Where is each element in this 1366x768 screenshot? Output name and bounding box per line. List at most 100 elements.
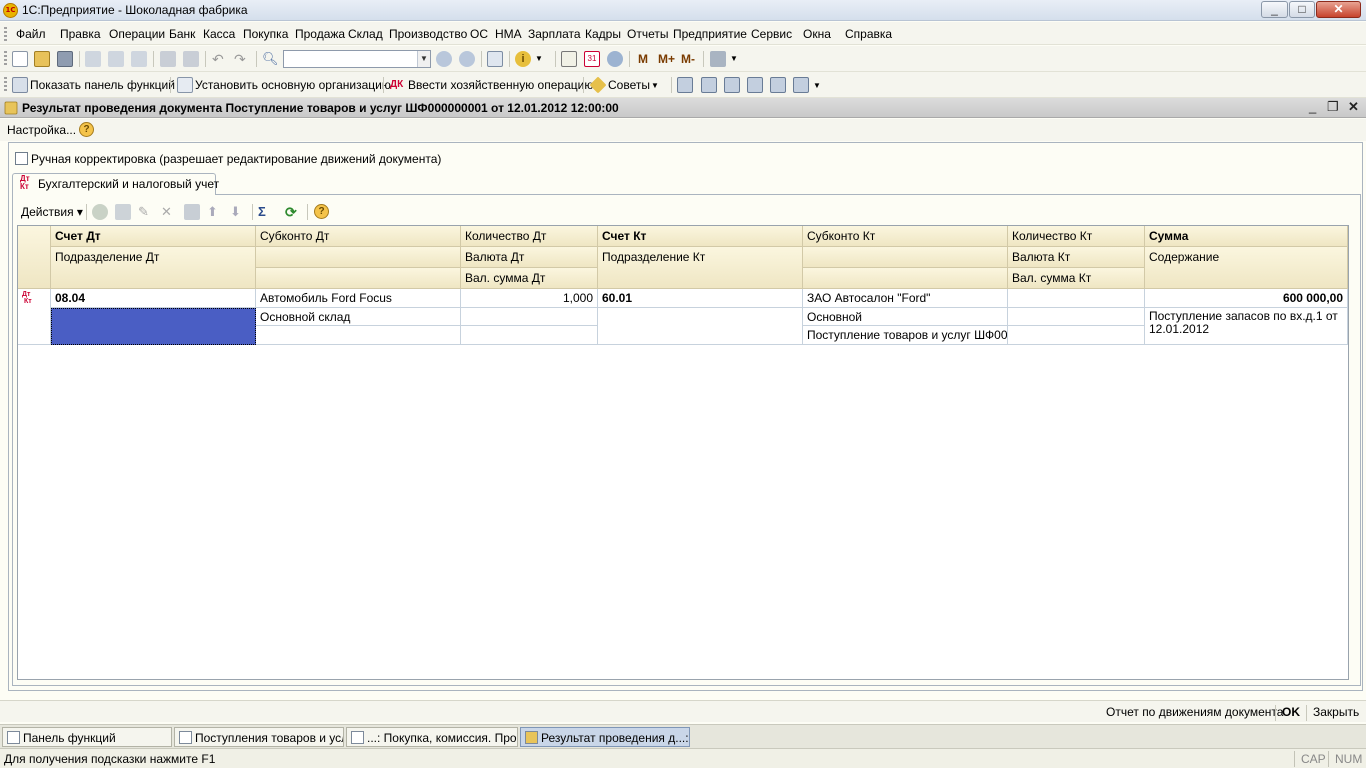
col-subconto-kt[interactable]: Субконто Кт xyxy=(803,226,1008,247)
delete-icon[interactable]: ✕ xyxy=(161,204,177,220)
menu-file[interactable]: Файл xyxy=(16,27,46,41)
add-icon[interactable] xyxy=(92,204,108,220)
entries-table[interactable]: Счет Дт Субконто Дт Количество Дт Счет К… xyxy=(17,225,1349,680)
cell-content[interactable]: Поступление запасов по вх.д.1 от 12.01.2… xyxy=(1145,308,1348,345)
move-up-icon[interactable]: ⬆ xyxy=(207,204,223,220)
copy-row-icon[interactable] xyxy=(115,204,131,220)
menu-edit[interactable]: Правка xyxy=(60,27,101,41)
find-previous-icon[interactable] xyxy=(459,51,475,67)
col-subconto-kt-3[interactable] xyxy=(803,268,1008,289)
toolbar-grip[interactable] xyxy=(4,27,7,43)
users-icon[interactable] xyxy=(607,51,623,67)
tips-button[interactable]: Советы xyxy=(608,78,650,92)
cell-subconto-kt-3[interactable]: Поступление товаров и услуг ШФ00... xyxy=(803,326,1008,345)
menu-salary[interactable]: Зарплата xyxy=(528,27,581,41)
find-next-icon[interactable] xyxy=(436,51,452,67)
col-subconto-dt-3[interactable] xyxy=(256,268,461,289)
close-window-button[interactable]: ✕ xyxy=(1316,1,1361,18)
doc-close-button[interactable]: ✕ xyxy=(1348,99,1359,115)
search-dropdown-button[interactable]: ▼ xyxy=(417,51,430,67)
show-functions-panel-button[interactable]: Показать панель функций xyxy=(30,78,175,92)
enter-business-operation-button[interactable]: Ввести хозяйственную операцию xyxy=(408,78,593,92)
task-goods-receipts[interactable]: Поступления товаров и услуг xyxy=(174,727,344,747)
col-department-dt[interactable]: Подразделение Дт xyxy=(51,247,256,289)
col-account-kt[interactable]: Счет Кт xyxy=(598,226,803,247)
info-icon[interactable]: i xyxy=(515,51,531,67)
task-posting-result[interactable]: Результат проведения д...:00 xyxy=(520,727,690,747)
minimize-button[interactable]: _ xyxy=(1261,1,1288,18)
menu-help[interactable]: Справка xyxy=(845,27,892,41)
menu-reports[interactable]: Отчеты xyxy=(627,27,668,41)
ok-button[interactable]: OK xyxy=(1282,705,1300,719)
print-preview-icon[interactable] xyxy=(183,51,199,67)
cell-subconto-dt-2[interactable]: Основной склад xyxy=(256,308,461,326)
col-subconto-kt-2[interactable] xyxy=(803,247,1008,268)
open-folder-icon[interactable] xyxy=(34,51,50,67)
menu-warehouse[interactable]: Склад xyxy=(348,27,383,41)
menu-operations[interactable]: Операции xyxy=(109,27,165,41)
tools-icon[interactable] xyxy=(710,51,726,67)
cell-account-kt[interactable]: 60.01 xyxy=(598,289,803,308)
cell-department-dt[interactable] xyxy=(51,308,256,345)
help-icon[interactable]: ? xyxy=(79,122,94,137)
windows-icon[interactable] xyxy=(487,51,503,67)
col-currency-amount-kt[interactable]: Вал. сумма Кт xyxy=(1008,268,1145,289)
edit-icon[interactable]: ✎ xyxy=(138,204,154,220)
cell-amount[interactable]: 600 000,00 xyxy=(1145,289,1348,308)
menu-hr[interactable]: Кадры xyxy=(585,27,621,41)
cell-subconto-dt-3[interactable] xyxy=(256,326,461,345)
col-quantity-dt[interactable]: Количество Дт xyxy=(461,226,598,247)
tools-dropdown-icon[interactable]: ▼ xyxy=(730,54,746,70)
cut-icon[interactable] xyxy=(85,51,101,67)
search-input[interactable]: ▼ xyxy=(283,50,431,68)
help-icon[interactable]: ? xyxy=(314,204,329,219)
menu-fixed-assets[interactable]: ОС xyxy=(470,27,488,41)
report-icon[interactable] xyxy=(770,77,786,93)
sum-icon[interactable]: Σ xyxy=(258,204,274,220)
col-amount[interactable]: Сумма xyxy=(1145,226,1348,247)
menu-windows[interactable]: Окна xyxy=(803,27,831,41)
menu-service[interactable]: Сервис xyxy=(751,27,792,41)
cell-currency-dt[interactable] xyxy=(461,308,598,326)
toolbar-grip[interactable] xyxy=(4,51,7,67)
col-currency-amount-dt[interactable]: Вал. сумма Дт xyxy=(461,268,598,289)
menu-production[interactable]: Производство xyxy=(389,27,467,41)
settings-report-icon[interactable] xyxy=(793,77,809,93)
new-document-icon[interactable] xyxy=(12,51,28,67)
cell-subconto-kt-1[interactable]: ЗАО Автосалон "Ford" xyxy=(803,289,1008,308)
movements-report-button[interactable]: Отчет по движениям документа xyxy=(1106,705,1283,719)
info-dropdown-icon[interactable]: ▼ xyxy=(535,54,551,70)
menu-sales[interactable]: Продажа xyxy=(295,27,345,41)
copy-icon[interactable] xyxy=(108,51,124,67)
cell-subconto-kt-2[interactable]: Основной xyxy=(803,308,1008,326)
cell-quantity-dt[interactable]: 1,000 xyxy=(461,289,598,308)
journal-2-icon[interactable] xyxy=(701,77,717,93)
col-quantity-kt[interactable]: Количество Кт xyxy=(1008,226,1145,247)
save-icon[interactable] xyxy=(57,51,73,67)
tips-dropdown-icon[interactable]: ▼ xyxy=(651,81,667,97)
set-main-organization-button[interactable]: Установить основную организацию xyxy=(195,78,391,92)
maximize-button[interactable]: □ xyxy=(1289,1,1315,18)
people-icon[interactable] xyxy=(724,77,740,93)
redo-icon[interactable]: ↷ xyxy=(234,51,250,67)
menu-enterprise[interactable]: Предприятие xyxy=(673,27,747,41)
more-dropdown-icon[interactable]: ▼ xyxy=(813,81,829,97)
cell-subconto-dt-1[interactable]: Автомобиль Ford Focus xyxy=(256,289,461,308)
menu-purchase[interactable]: Покупка xyxy=(243,27,288,41)
menu-intangibles[interactable]: НМА xyxy=(495,27,522,41)
menu-cash[interactable]: Касса xyxy=(203,27,235,41)
col-department-kt[interactable]: Подразделение Кт xyxy=(598,247,803,289)
menu-bank[interactable]: Банк xyxy=(169,27,195,41)
doc-minimize-button[interactable]: _ xyxy=(1309,99,1316,114)
calculator-icon[interactable] xyxy=(561,51,577,67)
col-content[interactable]: Содержание xyxy=(1145,247,1348,289)
refresh-icon[interactable]: ⟳ xyxy=(285,204,301,220)
calendar-icon[interactable]: 31 xyxy=(584,51,600,67)
cell-account-dt[interactable]: 08.04 xyxy=(51,289,256,308)
cell-department-kt[interactable] xyxy=(598,308,803,345)
toolbar-grip[interactable] xyxy=(4,77,7,93)
memory-button[interactable]: M xyxy=(638,52,648,66)
save-row-icon[interactable] xyxy=(184,204,200,220)
print-icon[interactable] xyxy=(160,51,176,67)
task-functions-panel[interactable]: Панель функций xyxy=(2,727,172,747)
